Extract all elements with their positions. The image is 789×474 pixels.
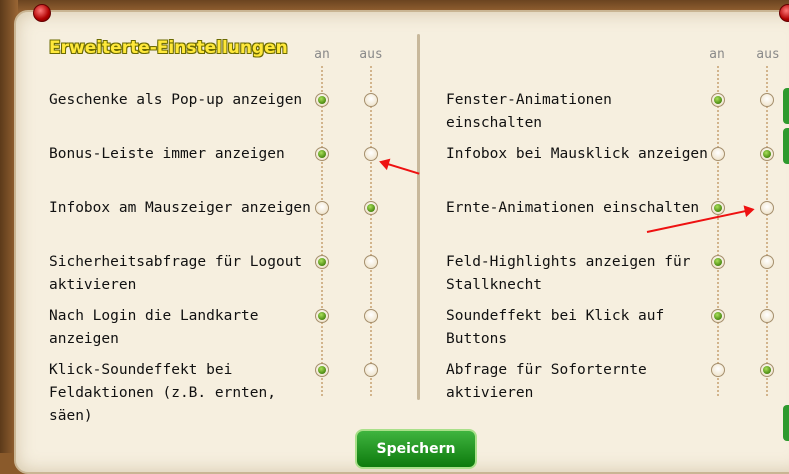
setting-label: Fenster-Animationen einschalten — [446, 92, 612, 131]
setting-label: Abfrage für Soforternte aktivieren — [446, 362, 647, 401]
radio-an[interactable] — [711, 201, 725, 215]
radio-an[interactable] — [711, 309, 725, 323]
column-guide-line — [717, 66, 719, 396]
setting-label: Bonus-Leiste immer anzeigen — [49, 146, 285, 162]
radio-aus[interactable] — [760, 255, 774, 269]
side-tab[interactable] — [783, 128, 789, 164]
setting-label: Infobox bei Mausklick anzeigen — [446, 146, 708, 162]
radio-an[interactable] — [315, 201, 329, 215]
pin-icon — [33, 4, 51, 22]
save-button[interactable]: Speichern — [355, 429, 477, 469]
setting-label: Geschenke als Pop-up anzeigen — [49, 92, 303, 108]
setting-label: Infobox am Mauszeiger anzeigen — [49, 200, 311, 216]
radio-an[interactable] — [315, 363, 329, 377]
setting-label: Nach Login die Landkarte anzeigen — [49, 308, 259, 347]
radio-an[interactable] — [315, 309, 329, 323]
column-header-an: an — [709, 47, 725, 62]
column-guide-line — [321, 66, 323, 396]
column-guide-line — [766, 66, 768, 396]
column-header-aus: aus — [756, 47, 780, 62]
radio-an[interactable] — [315, 255, 329, 269]
setting-label: Ernte-Animationen einschalten — [446, 200, 700, 216]
radio-aus[interactable] — [364, 363, 378, 377]
column-divider — [417, 34, 420, 400]
radio-aus[interactable] — [760, 93, 774, 107]
setting-label: Feld-Highlights anzeigen für Stallknecht — [446, 254, 691, 293]
setting-label: Sicherheitsabfrage für Logout aktivieren — [49, 254, 303, 293]
column-guide-line — [370, 66, 372, 396]
radio-an[interactable] — [711, 147, 725, 161]
side-tab[interactable] — [783, 405, 789, 441]
radio-an[interactable] — [711, 255, 725, 269]
radio-aus[interactable] — [364, 201, 378, 215]
radio-an[interactable] — [711, 93, 725, 107]
radio-aus[interactable] — [364, 309, 378, 323]
radio-aus[interactable] — [364, 93, 378, 107]
section-title: Erweiterte-Einstellungen — [49, 38, 288, 58]
radio-an[interactable] — [315, 147, 329, 161]
radio-aus[interactable] — [760, 147, 774, 161]
side-tab[interactable] — [783, 88, 789, 124]
radio-aus[interactable] — [760, 363, 774, 377]
radio-aus[interactable] — [760, 201, 774, 215]
radio-an[interactable] — [711, 363, 725, 377]
radio-aus[interactable] — [364, 255, 378, 269]
radio-aus[interactable] — [364, 147, 378, 161]
radio-aus[interactable] — [760, 309, 774, 323]
radio-an[interactable] — [315, 93, 329, 107]
column-header-an: an — [314, 47, 330, 62]
setting-label: Klick-Soundeffekt bei Feldaktionen (z.B.… — [49, 362, 276, 424]
column-header-aus: aus — [359, 47, 383, 62]
setting-label: Soundeffekt bei Klick auf Buttons — [446, 308, 665, 347]
